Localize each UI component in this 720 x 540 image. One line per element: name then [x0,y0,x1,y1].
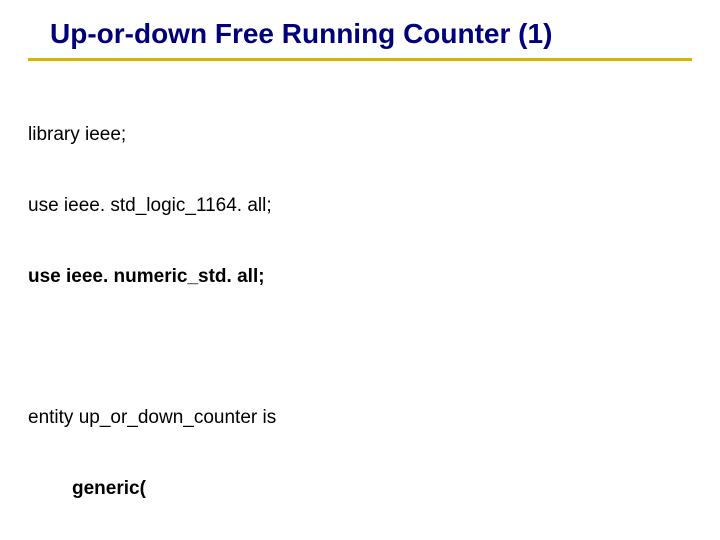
code-line: entity up_or_down_counter is [28,406,692,430]
code-line: use ieee. numeric_std. all; [28,265,692,289]
code-line: generic( [28,477,692,501]
vhdl-code-block: library ieee; use ieee. std_logic_1164. … [28,75,692,540]
slide: Up-or-down Free Running Counter (1) libr… [0,0,720,540]
blank-line [28,336,692,358]
code-line: use ieee. std_logic_1164. all; [28,194,692,218]
slide-title: Up-or-down Free Running Counter (1) [28,18,692,61]
code-line: library ieee; [28,123,692,147]
